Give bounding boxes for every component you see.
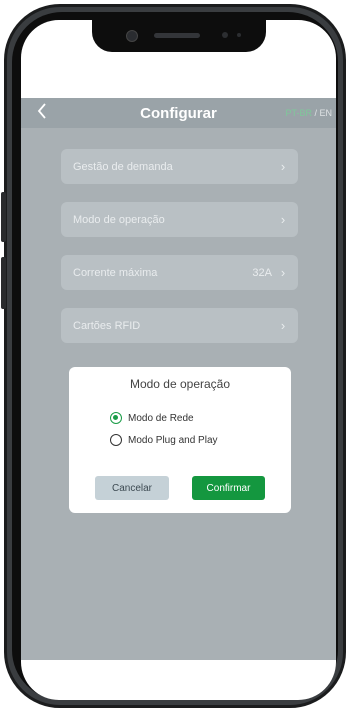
chevron-right-icon: › (280, 265, 286, 280)
menu-item-gestao-demanda[interactable]: Gestão de demanda › (61, 149, 298, 184)
screen: Configurar PT-BR / EN Gestão de demanda … (21, 20, 336, 700)
lang-en[interactable]: EN (319, 108, 332, 118)
menu-item-cartoes-rfid[interactable]: Cartões RFID › (61, 308, 298, 343)
menu-item-label: Cartões RFID (73, 319, 141, 332)
menu-item-modo-operacao[interactable]: Modo de operação › (61, 202, 298, 237)
sensor-small-icon (237, 33, 241, 37)
side-button-lower (1, 257, 6, 309)
lang-pt-br[interactable]: PT-BR (285, 108, 312, 118)
chevron-right-icon: › (280, 212, 286, 227)
confirm-button[interactable]: Confirmar (192, 476, 265, 500)
language-switch[interactable]: PT-BR / EN (285, 108, 332, 118)
menu-item-label: Corrente máxima (73, 266, 158, 279)
radio-unselected-icon[interactable] (110, 434, 122, 446)
menu-item-label: Gestão de demanda (73, 160, 173, 173)
camera-icon (126, 30, 138, 42)
speaker-icon (154, 33, 200, 38)
menu-item-value: 32A (252, 266, 272, 279)
app-area: Configurar PT-BR / EN Gestão de demanda … (21, 98, 336, 660)
sensor-icon (222, 32, 228, 38)
radio-label: Modo de Rede (128, 412, 194, 424)
radio-option-plug-and-play[interactable]: Modo Plug and Play (110, 434, 218, 446)
side-button-upper (1, 192, 6, 242)
radio-selected-icon[interactable] (110, 412, 122, 424)
dialog-title: Modo de operação (129, 377, 231, 391)
radio-label: Modo Plug and Play (128, 434, 218, 446)
radio-option-modo-rede[interactable]: Modo de Rede (110, 412, 194, 424)
cancel-button[interactable]: Cancelar (95, 476, 169, 500)
chevron-right-icon: › (280, 159, 286, 174)
menu-item-label: Modo de operação (73, 213, 165, 226)
header-bar: Configurar PT-BR / EN (21, 98, 336, 128)
notch (92, 20, 266, 52)
chevron-right-icon: › (280, 318, 286, 333)
menu-item-corrente-maxima[interactable]: Corrente máxima 32A › (61, 255, 298, 290)
operation-mode-dialog: Modo de operação Modo de Rede Modo Plug … (69, 367, 291, 513)
